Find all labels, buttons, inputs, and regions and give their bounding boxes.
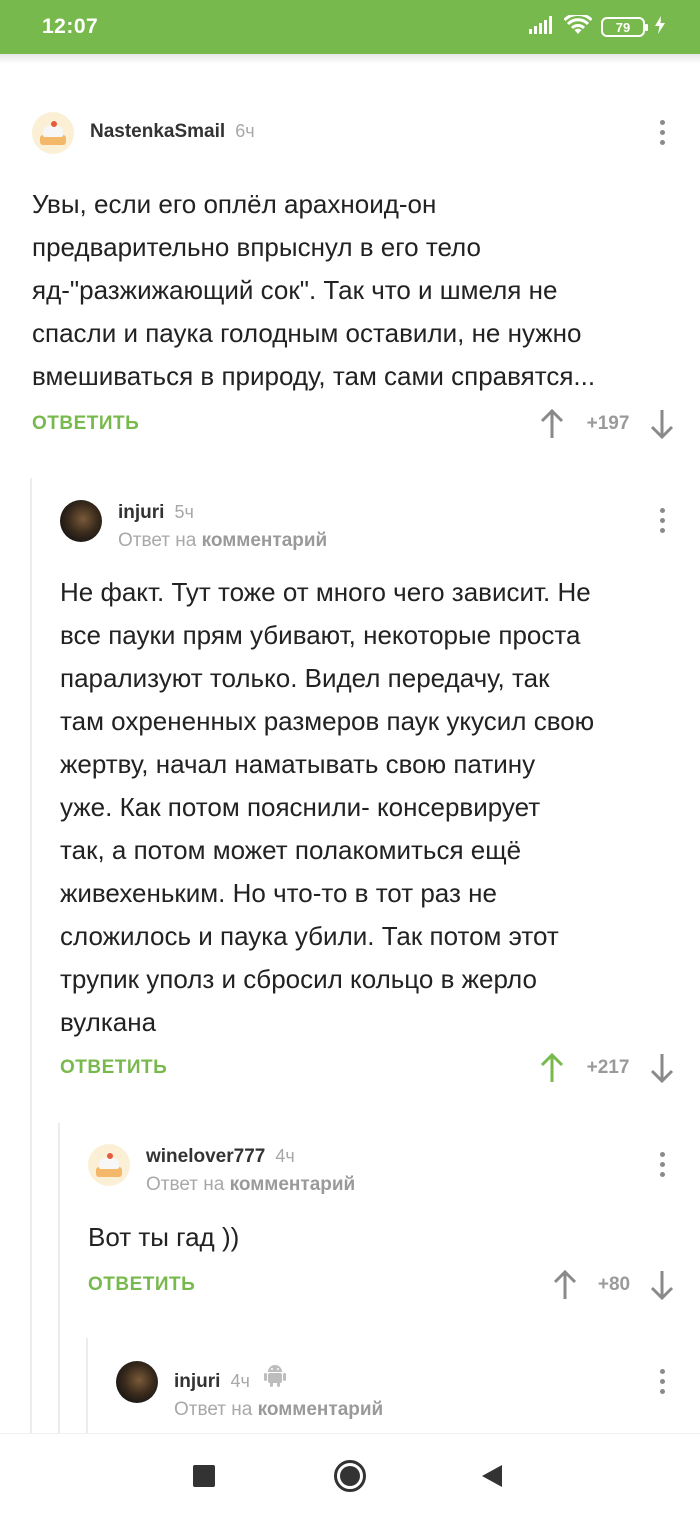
comment-time: 4ч bbox=[275, 1146, 295, 1166]
header-shadow bbox=[0, 54, 700, 64]
more-options-icon[interactable] bbox=[657, 1369, 667, 1394]
comment-time: 6ч bbox=[235, 121, 255, 141]
comment-winelover777: winelover777 4ч Ответ на комментарий Вот… bbox=[88, 1144, 674, 1304]
comment-text-line: вмешиваться в природу, там сами справятс… bbox=[32, 361, 596, 391]
home-circle-icon[interactable] bbox=[330, 1456, 370, 1496]
comment-time: 5ч bbox=[174, 502, 194, 522]
reply-to-link[interactable]: комментарий bbox=[230, 1174, 356, 1195]
avatar[interactable] bbox=[32, 112, 74, 154]
comment-nastenkasmail: NastenkaSmail 6ч Увы, если его оплёл ара… bbox=[32, 112, 674, 452]
reply-button[interactable]: ОТВЕТИТЬ bbox=[88, 1274, 195, 1296]
comment-time: 4ч bbox=[230, 1371, 250, 1391]
status-bar: 12:07 79 bbox=[0, 0, 700, 54]
avatar[interactable] bbox=[88, 1144, 130, 1186]
comment-header: winelover777 4ч Ответ на комментарий bbox=[88, 1144, 355, 1195]
reply-to-label: Ответ на комментарий bbox=[174, 1399, 383, 1421]
battery-level: 79 bbox=[615, 19, 631, 35]
avatar[interactable] bbox=[116, 1361, 158, 1403]
upvote-arrow-icon[interactable] bbox=[553, 1269, 577, 1300]
author-block: winelover777 4ч Ответ на комментарий bbox=[146, 1144, 355, 1196]
comment-text-line: предварительно впрыснул в его тело bbox=[32, 232, 481, 262]
username[interactable]: NastenkaSmail bbox=[90, 121, 225, 143]
downvote-arrow-icon[interactable] bbox=[650, 1053, 674, 1084]
comment-text: Увы, если его оплёл арахноид-он предвари… bbox=[32, 183, 595, 398]
reply-to-label: Ответ на комментарий bbox=[146, 1174, 355, 1196]
comment-text-line: яд-"разжижающий сок". Так что и шмеля не bbox=[32, 275, 558, 305]
reply-to-link[interactable]: комментарий bbox=[258, 1399, 384, 1420]
comment-header: injuri 5ч Ответ на комментарий bbox=[60, 500, 327, 551]
comment-text-line: живехеньким. Но что-то в тот раз не bbox=[60, 878, 497, 908]
comment-text-line: все пауки прям убивают, некоторые проста bbox=[60, 620, 581, 650]
upvote-arrow-icon[interactable] bbox=[540, 408, 564, 439]
comment-header: NastenkaSmail 6ч bbox=[32, 112, 255, 158]
wifi-icon bbox=[563, 12, 593, 40]
charging-icon bbox=[654, 15, 666, 39]
reply-button[interactable]: ОТВЕТИТЬ bbox=[32, 413, 139, 435]
username[interactable]: injuri bbox=[118, 502, 164, 524]
username[interactable]: winelover777 bbox=[146, 1146, 265, 1168]
username[interactable]: injuri bbox=[174, 1371, 220, 1393]
reply-to-prefix: Ответ на bbox=[118, 530, 197, 551]
comment-text-line: жертву, начал наматывать свою патину bbox=[60, 749, 536, 779]
comment-text-line: Вот ты гад )) bbox=[88, 1222, 240, 1252]
author-block: injuri 5ч Ответ на комментарий bbox=[118, 500, 327, 552]
reply-button[interactable]: ОТВЕТИТЬ bbox=[60, 1057, 167, 1079]
reply-to-prefix: Ответ на bbox=[174, 1399, 253, 1420]
comment-text-line: там охрененных размеров паук укусил свою bbox=[60, 706, 595, 736]
upvote-arrow-icon[interactable] bbox=[540, 1052, 564, 1083]
thread-line bbox=[86, 1338, 88, 1433]
comment-text-line: Не факт. Тут тоже от много чего зависит.… bbox=[60, 577, 591, 607]
comment-text-line: вулкана bbox=[60, 1007, 157, 1037]
reply-to-prefix: Ответ на bbox=[146, 1174, 225, 1195]
comment-injuri-reply: injuri 4ч Ответ на комментарий bbox=[116, 1361, 672, 1431]
back-triangle-icon[interactable] bbox=[472, 1456, 512, 1496]
reply-to-link[interactable]: комментарий bbox=[202, 530, 328, 551]
comment-text-line: так, а потом может полакомиться ещё bbox=[60, 835, 522, 865]
status-icons: 79 bbox=[529, 12, 666, 40]
comment-injuri: injuri 5ч Ответ на комментарий Не факт. … bbox=[60, 500, 674, 1090]
reply-to-label: Ответ на комментарий bbox=[118, 530, 327, 552]
android-icon bbox=[263, 1363, 286, 1392]
score: +80 bbox=[597, 1274, 631, 1295]
comment-text-line: Увы, если его оплёл арахноид-он bbox=[32, 189, 437, 219]
thread-line bbox=[58, 1123, 60, 1433]
comment-text-line: парализуют только. Видел передачу, так bbox=[60, 663, 550, 693]
score: +197 bbox=[586, 413, 630, 434]
status-time: 12:07 bbox=[42, 15, 99, 38]
avatar[interactable] bbox=[60, 500, 102, 542]
comment-text: Не факт. Тут тоже от много чего зависит.… bbox=[60, 571, 594, 1044]
comment-text: Вот ты гад )) bbox=[88, 1216, 239, 1259]
downvote-arrow-icon[interactable] bbox=[650, 409, 674, 440]
more-options-icon[interactable] bbox=[657, 508, 667, 533]
more-options-icon[interactable] bbox=[657, 1152, 667, 1177]
comment-text-line: трупик уполз и сбросил кольцо в жерло bbox=[60, 964, 537, 994]
battery-indicator: 79 bbox=[601, 17, 648, 37]
comment-text-line: уже. Как потом пояснили- консервирует bbox=[60, 792, 541, 822]
signal-icon bbox=[529, 15, 555, 39]
author-block: NastenkaSmail 6ч bbox=[90, 112, 255, 143]
score: +217 bbox=[586, 1057, 630, 1078]
thread-line bbox=[30, 478, 32, 1433]
comment-text-line: сложилось и паука убили. Так потом этот bbox=[60, 921, 559, 951]
comment-text-line: спасли и паука голодным оставили, не нуж… bbox=[32, 318, 582, 348]
more-options-icon[interactable] bbox=[657, 120, 667, 145]
recents-square-icon[interactable] bbox=[184, 1456, 224, 1496]
system-navigation-bar bbox=[0, 1433, 700, 1517]
downvote-arrow-icon[interactable] bbox=[650, 1270, 674, 1301]
comment-header: injuri 4ч Ответ на комментарий bbox=[116, 1361, 383, 1420]
author-block: injuri 4ч Ответ на комментарий bbox=[174, 1361, 383, 1421]
